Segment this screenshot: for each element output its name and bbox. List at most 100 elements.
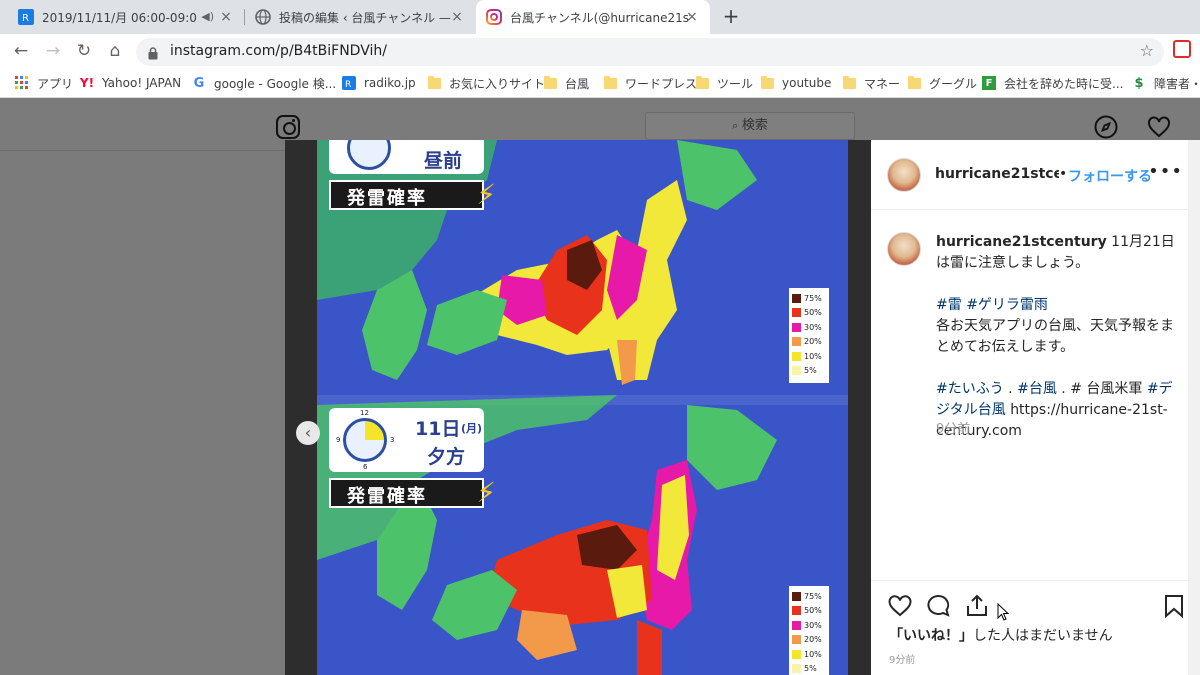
- bookmark-label: 会社を辞めた時に受...: [1004, 76, 1124, 91]
- forward-button[interactable]: →: [42, 40, 64, 62]
- legend-swatch: [792, 366, 801, 376]
- site-icon: F: [982, 76, 996, 90]
- hashtag[interactable]: #雷: [936, 297, 962, 313]
- browser-toolbar: ← → ↻ ⌂ instagram.com/p/B4tBiFNDVih/ ☆: [0, 34, 1200, 68]
- forecast-title-bottom: 発雷確率 ⚡: [329, 476, 496, 509]
- legend-swatch: [792, 606, 801, 616]
- hashtag[interactable]: #たいふう: [936, 381, 1004, 397]
- legend-swatch: [792, 337, 801, 347]
- share-icon[interactable]: [964, 593, 990, 619]
- lock-icon[interactable]: [148, 45, 158, 64]
- reload-button[interactable]: ↻: [73, 40, 95, 62]
- clock-label-6: 6: [363, 463, 368, 471]
- avatar[interactable]: [887, 232, 921, 266]
- close-icon[interactable]: ×: [684, 9, 700, 25]
- follow-button[interactable]: フォローする: [1068, 166, 1152, 186]
- hashtag[interactable]: #ゲリラ雷雨: [966, 297, 1048, 313]
- avatar[interactable]: [887, 158, 921, 192]
- forecast-header-bottom: 12 3 6 9 11日 (月) 夕方: [329, 408, 484, 472]
- more-options-icon[interactable]: •••: [1148, 161, 1183, 182]
- speaker-icon[interactable]: ◀): [201, 10, 214, 23]
- clock-icon: [343, 418, 387, 462]
- bookmark-folder[interactable]: youtube: [760, 74, 831, 92]
- modal-backdrop[interactable]: [0, 151, 285, 675]
- tab-title: 投稿の編集 ‹ 台風チャンネル — Wo: [279, 10, 454, 25]
- globe-icon: [255, 9, 271, 25]
- tab-wordpress-edit[interactable]: 投稿の編集 ‹ 台風チャンネル — Wo ×: [245, 0, 475, 34]
- back-button[interactable]: ←: [10, 40, 32, 62]
- caption-username[interactable]: hurricane21stcentury: [936, 234, 1107, 250]
- home-button[interactable]: ⌂: [104, 40, 126, 62]
- bookmark-folder[interactable]: ワードプレス: [603, 74, 697, 92]
- post-image[interactable]: 昼前 発雷確率 ⚡ 12 3 6 9 11日 (月) 夕方 発雷確率 ⚡ 75%…: [285, 140, 871, 675]
- bookmark-yahoo[interactable]: Y! Yahoo! JAPAN: [80, 74, 181, 92]
- explore-compass-icon[interactable]: [1094, 115, 1118, 139]
- bookmark-folder[interactable]: 台風: [543, 74, 589, 92]
- extension-icon[interactable]: [1173, 40, 1191, 58]
- bookmark-site[interactable]: $ 障害者・: [1132, 74, 1200, 92]
- bookmark-apps[interactable]: アプリ: [15, 74, 73, 92]
- forecast-title-top: 発雷確率 ⚡: [329, 178, 496, 211]
- comment-icon[interactable]: [925, 593, 951, 619]
- legend-label: 20%: [804, 337, 822, 347]
- search-placeholder: 検索: [741, 118, 768, 133]
- svg-text:R: R: [22, 13, 29, 24]
- caption-text: # 台風米軍: [1070, 381, 1143, 397]
- new-tab-button[interactable]: +: [720, 5, 742, 27]
- bookmark-label: マネー: [864, 76, 901, 91]
- bookmark-save-icon[interactable]: [1161, 593, 1187, 619]
- bookmark-star-icon[interactable]: ☆: [1140, 41, 1154, 60]
- bookmark-site[interactable]: F 会社を辞めた時に受...: [982, 74, 1123, 92]
- close-icon[interactable]: ×: [449, 9, 465, 25]
- apps-grid-icon: [15, 76, 29, 90]
- separator-dot: •: [1059, 166, 1068, 182]
- hashtag[interactable]: #台風: [1017, 381, 1057, 397]
- search-input[interactable]: ⌕ 検索: [645, 112, 855, 140]
- lightning-icon: ⚡: [476, 476, 496, 509]
- legend-swatch: [792, 620, 801, 630]
- close-icon[interactable]: ×: [218, 9, 234, 25]
- bookmark-google[interactable]: G google - Google 検...: [192, 74, 337, 92]
- previous-image-button[interactable]: ‹: [296, 421, 320, 445]
- address-bar[interactable]: instagram.com/p/B4tBiFNDVih/ ☆: [136, 38, 1164, 66]
- bookmark-label: radiko.jp: [364, 76, 416, 90]
- tab-radiko[interactable]: R 2019/11/11/月 06:00-09:00 | ◀) ×: [8, 0, 244, 34]
- bookmark-radiko[interactable]: R radiko.jp: [342, 74, 416, 92]
- legend-swatch: [792, 649, 801, 659]
- legend-swatch: [792, 308, 801, 318]
- heart-icon[interactable]: [887, 593, 913, 619]
- legend-row: 10%: [792, 349, 829, 364]
- bookmark-label: お気に入りサイト: [449, 76, 546, 91]
- legend-swatch: [792, 351, 801, 361]
- comment-time: 9分前: [936, 422, 971, 437]
- tab-instagram[interactable]: 台風チャンネル(@hurricane21stcent ×: [476, 0, 710, 34]
- clock-label-12: 12: [360, 409, 369, 417]
- legend-row: 20%: [792, 335, 829, 350]
- bookmark-folder[interactable]: マネー: [842, 74, 900, 92]
- bookmark-label: Yahoo! JAPAN: [102, 76, 182, 90]
- bookmark-folder[interactable]: ツール: [695, 74, 753, 92]
- instagram-logo-icon[interactable]: [276, 115, 300, 139]
- folder-icon: [427, 75, 441, 90]
- bookmark-folder[interactable]: お気に入りサイト: [427, 74, 545, 92]
- legend-row: 50%: [792, 306, 829, 321]
- scrollbar[interactable]: [1188, 140, 1200, 675]
- bookmarks-bar: アプリ Y! Yahoo! JAPAN G google - Google 検.…: [0, 68, 1200, 98]
- heart-icon[interactable]: [1147, 115, 1171, 139]
- caption-text: 各お天気アプリの台風、天気予報をまとめてお伝えします。: [936, 318, 1174, 355]
- legend-row: 5%: [792, 662, 829, 675]
- time-label: 夕方: [427, 446, 466, 468]
- legend-row: 5%: [792, 364, 829, 379]
- mouse-cursor-icon: [997, 602, 1010, 625]
- legend-label: 5%: [804, 664, 817, 674]
- bookmark-label: グーグル: [929, 76, 978, 91]
- bookmark-label: youtube: [782, 76, 832, 90]
- likes-label[interactable]: 「いいね！」: [889, 628, 973, 644]
- site-icon: $: [1134, 75, 1144, 91]
- folder-icon: [543, 75, 557, 90]
- likes-suffix: した人はまだいません: [973, 628, 1113, 644]
- post-username[interactable]: hurricane21stcentu: [935, 166, 1059, 182]
- folder-icon: [760, 75, 774, 90]
- search-icon: ⌕: [732, 119, 742, 132]
- bookmark-folder[interactable]: グーグル: [907, 74, 977, 92]
